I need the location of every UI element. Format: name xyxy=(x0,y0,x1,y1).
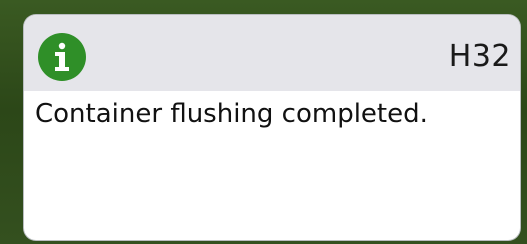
error-code: H32 xyxy=(448,39,511,74)
notification-dialog[interactable]: H32 Container flushing completed. xyxy=(24,15,520,240)
dialog-message: Container flushing completed. xyxy=(35,99,428,129)
dialog-header: H32 xyxy=(24,15,520,91)
info-icon xyxy=(38,33,86,81)
